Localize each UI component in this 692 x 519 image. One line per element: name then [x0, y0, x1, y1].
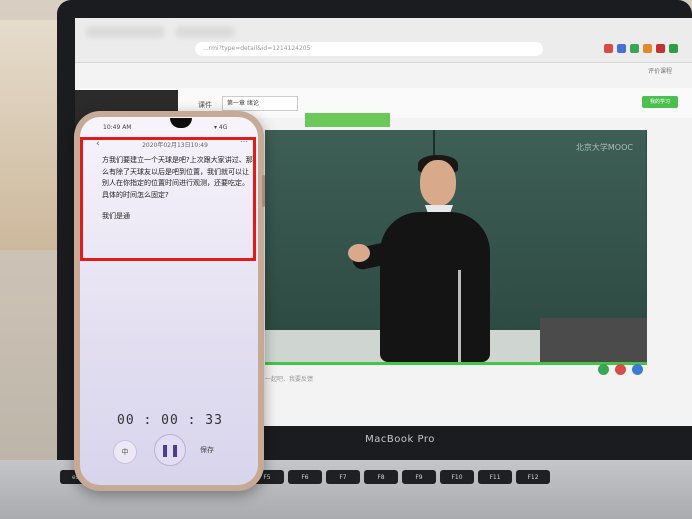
laptop-brand: MacBook Pro [365, 434, 435, 445]
share-icons [598, 364, 643, 375]
key[interactable]: F6 [288, 470, 322, 484]
my-learning-button[interactable]: 我的学习 [642, 96, 678, 108]
microphone-stand [458, 270, 461, 362]
save-button[interactable]: 保存 [200, 445, 214, 455]
lecturer-body [380, 212, 490, 362]
status-signal: ▾ 4G [214, 124, 228, 131]
breadcrumb: 课件 [198, 101, 212, 109]
extension-icon[interactable] [669, 44, 678, 53]
language-toggle-button[interactable]: 中 [113, 440, 137, 464]
key[interactable]: F12 [516, 470, 550, 484]
extension-icon[interactable] [617, 44, 626, 53]
browser-toolbar: ...rmi?type=detail&id=1214124205 [75, 18, 692, 63]
lecturer-head [420, 160, 456, 206]
video-progress-bar[interactable] [265, 362, 647, 365]
blurred-tab [85, 26, 165, 38]
key[interactable]: F11 [478, 470, 512, 484]
lecturer-hand [348, 244, 370, 262]
video-watermark: 北京大学MOOC [575, 143, 633, 152]
weibo-icon[interactable] [615, 364, 626, 375]
highlight-annotation-box [80, 137, 256, 261]
chapter-select[interactable]: 第一章 绪论 [222, 96, 298, 111]
qq-icon[interactable] [632, 364, 643, 375]
blurred-tab [175, 26, 235, 38]
key[interactable]: F7 [326, 470, 360, 484]
status-time: 10:49 AM [103, 124, 132, 131]
active-tab-indicator[interactable] [305, 113, 390, 127]
video-feedback-text[interactable]: 一起吧、我要反馈 [265, 374, 313, 383]
recording-timer: 00 : 00 : 33 [117, 413, 223, 428]
extension-icon[interactable] [630, 44, 639, 53]
key[interactable]: F8 [364, 470, 398, 484]
extension-icon[interactable] [643, 44, 652, 53]
address-bar[interactable]: ...rmi?type=detail&id=1214124205 [195, 42, 543, 56]
evaluate-course-link[interactable]: 评价课程 [648, 66, 672, 75]
extension-icon[interactable] [656, 44, 665, 53]
key[interactable]: F10 [440, 470, 474, 484]
lecture-desk [540, 318, 647, 362]
key[interactable]: F9 [402, 470, 436, 484]
phone-side-button [262, 175, 265, 207]
extension-icon[interactable] [604, 44, 613, 53]
extension-icons [604, 44, 678, 53]
pause-button[interactable]: ❚❚ [154, 434, 186, 466]
wechat-icon[interactable] [598, 364, 609, 375]
